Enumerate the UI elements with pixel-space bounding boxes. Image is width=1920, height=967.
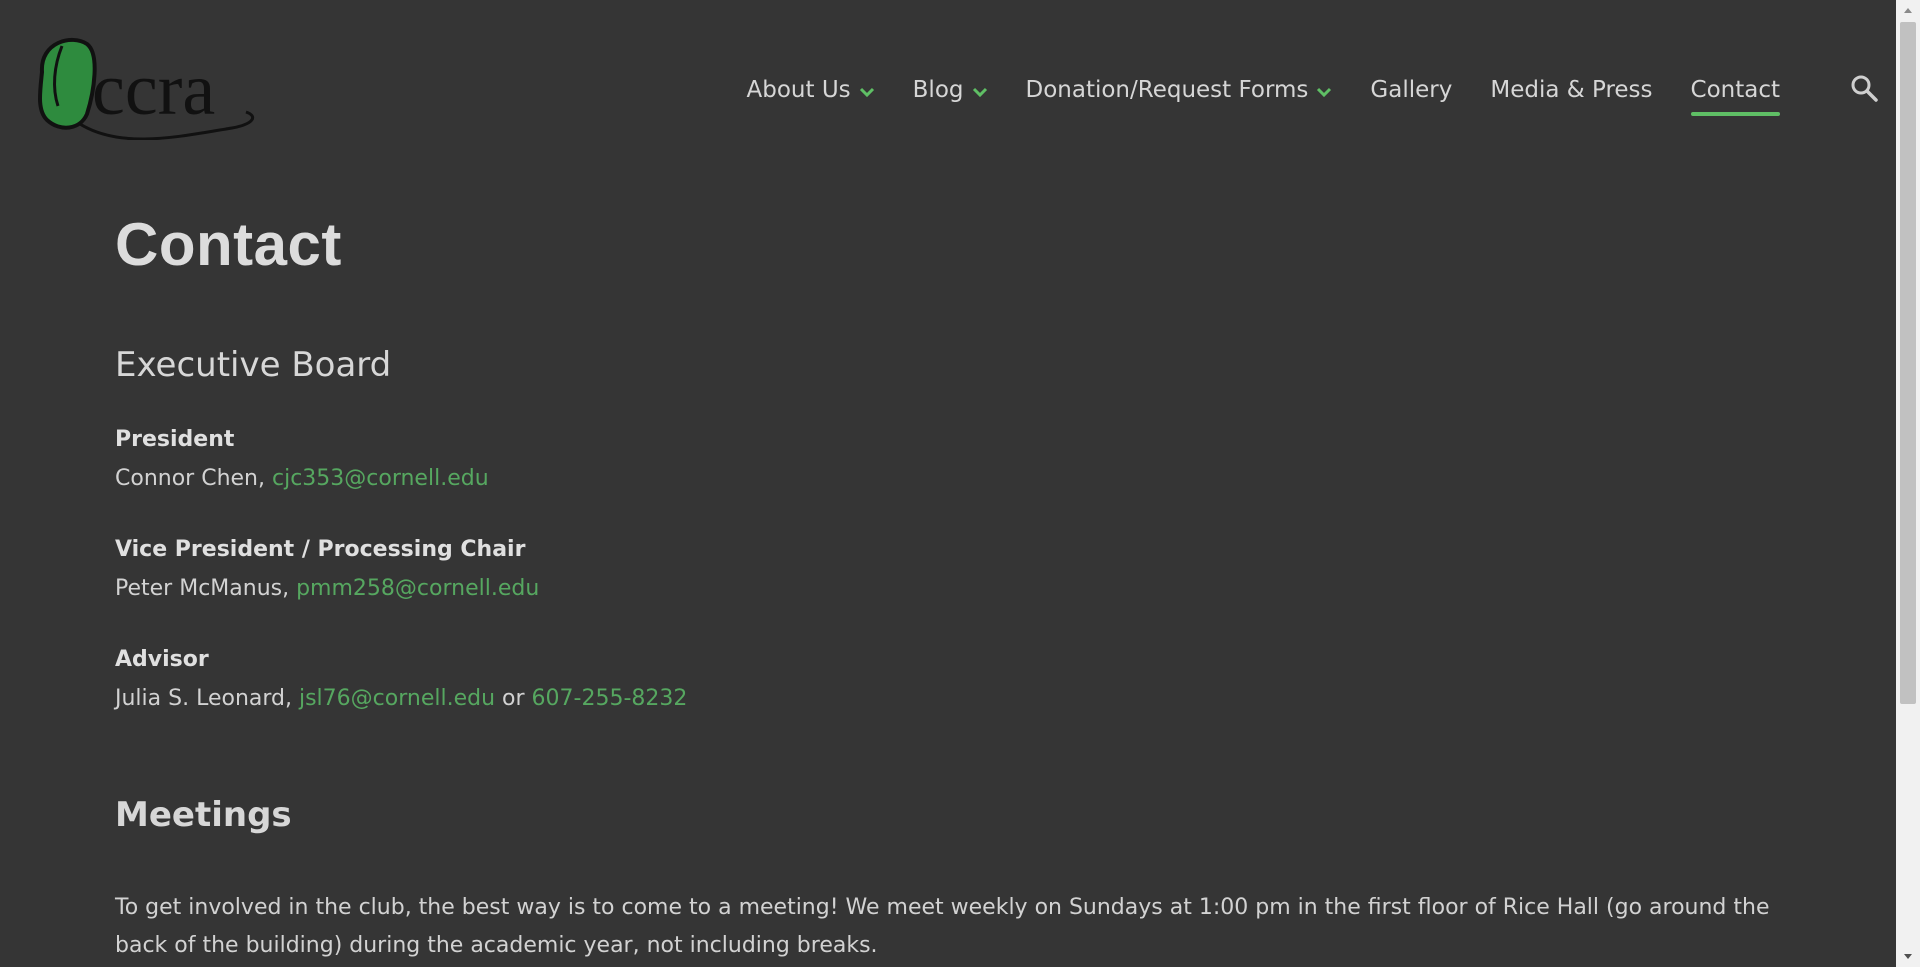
- meetings-paragraph: To get involved in the club, the best wa…: [115, 895, 1770, 958]
- scroll-up-arrow-icon[interactable]: [1896, 0, 1920, 20]
- page-scrollbar[interactable]: [1896, 0, 1920, 967]
- page-title: Contact: [115, 211, 342, 278]
- search-icon[interactable]: [1850, 74, 1878, 102]
- chevron-down-icon: [859, 87, 874, 98]
- nav-label: Gallery: [1370, 77, 1453, 103]
- nav-label: About Us: [746, 77, 851, 103]
- chevron-down-icon: [1317, 87, 1332, 98]
- nav-item-about-us[interactable]: About Us: [747, 70, 875, 110]
- nav-item-donation-request-forms[interactable]: Donation/Request Forms: [1026, 70, 1333, 110]
- ccra-logo[interactable]: ccra: [32, 32, 264, 140]
- role-president: President: [115, 427, 235, 452]
- page: ccra About Us Blog Donation/Request Form…: [0, 0, 1920, 967]
- nav-label: Media & Press: [1490, 77, 1653, 103]
- phone-link-advisor[interactable]: 607-255-8232: [532, 686, 688, 711]
- nav-item-media-press[interactable]: Media & Press: [1490, 70, 1652, 110]
- email-link-president[interactable]: cjc353@cornell.edu: [272, 466, 489, 491]
- chevron-down-icon: [972, 87, 987, 98]
- email-link-advisor[interactable]: jsl76@cornell.edu: [299, 686, 495, 711]
- nav-item-gallery[interactable]: Gallery: [1370, 70, 1452, 110]
- role-vice-president: Vice President / Processing Chair: [115, 537, 526, 562]
- person-name: Peter McManus,: [115, 576, 297, 601]
- role-advisor: Advisor: [115, 647, 209, 672]
- person-name: Connor Chen,: [115, 466, 272, 491]
- nav-label: Donation/Request Forms: [1025, 77, 1309, 103]
- logo-text: ccra: [92, 49, 215, 131]
- main-nav: About Us Blog Donation/Request Forms Gal…: [747, 70, 1781, 116]
- scrollbar-thumb[interactable]: [1900, 22, 1916, 704]
- nav-label: Contact: [1690, 77, 1780, 103]
- nav-label: Blog: [912, 77, 964, 103]
- email-link-vice-president[interactable]: pmm258@cornell.edu: [296, 576, 539, 601]
- person-advisor: Julia S. Leonard, jsl76@cornell.edu or 6…: [115, 686, 1815, 711]
- section-title-meetings: Meetings: [115, 795, 292, 835]
- scroll-down-arrow-icon[interactable]: [1896, 947, 1920, 967]
- person-president: Connor Chen, cjc353@cornell.edu: [115, 466, 1815, 491]
- main-content: Contact Executive Board President Connor…: [115, 210, 1815, 965]
- section-title-executive-board: Executive Board: [115, 345, 392, 385]
- nav-item-blog[interactable]: Blog: [913, 70, 988, 110]
- or-text: or: [495, 686, 532, 711]
- person-vice-president: Peter McManus, pmm258@cornell.edu: [115, 576, 1815, 601]
- person-name: Julia S. Leonard,: [115, 686, 299, 711]
- nav-item-contact[interactable]: Contact: [1690, 70, 1781, 116]
